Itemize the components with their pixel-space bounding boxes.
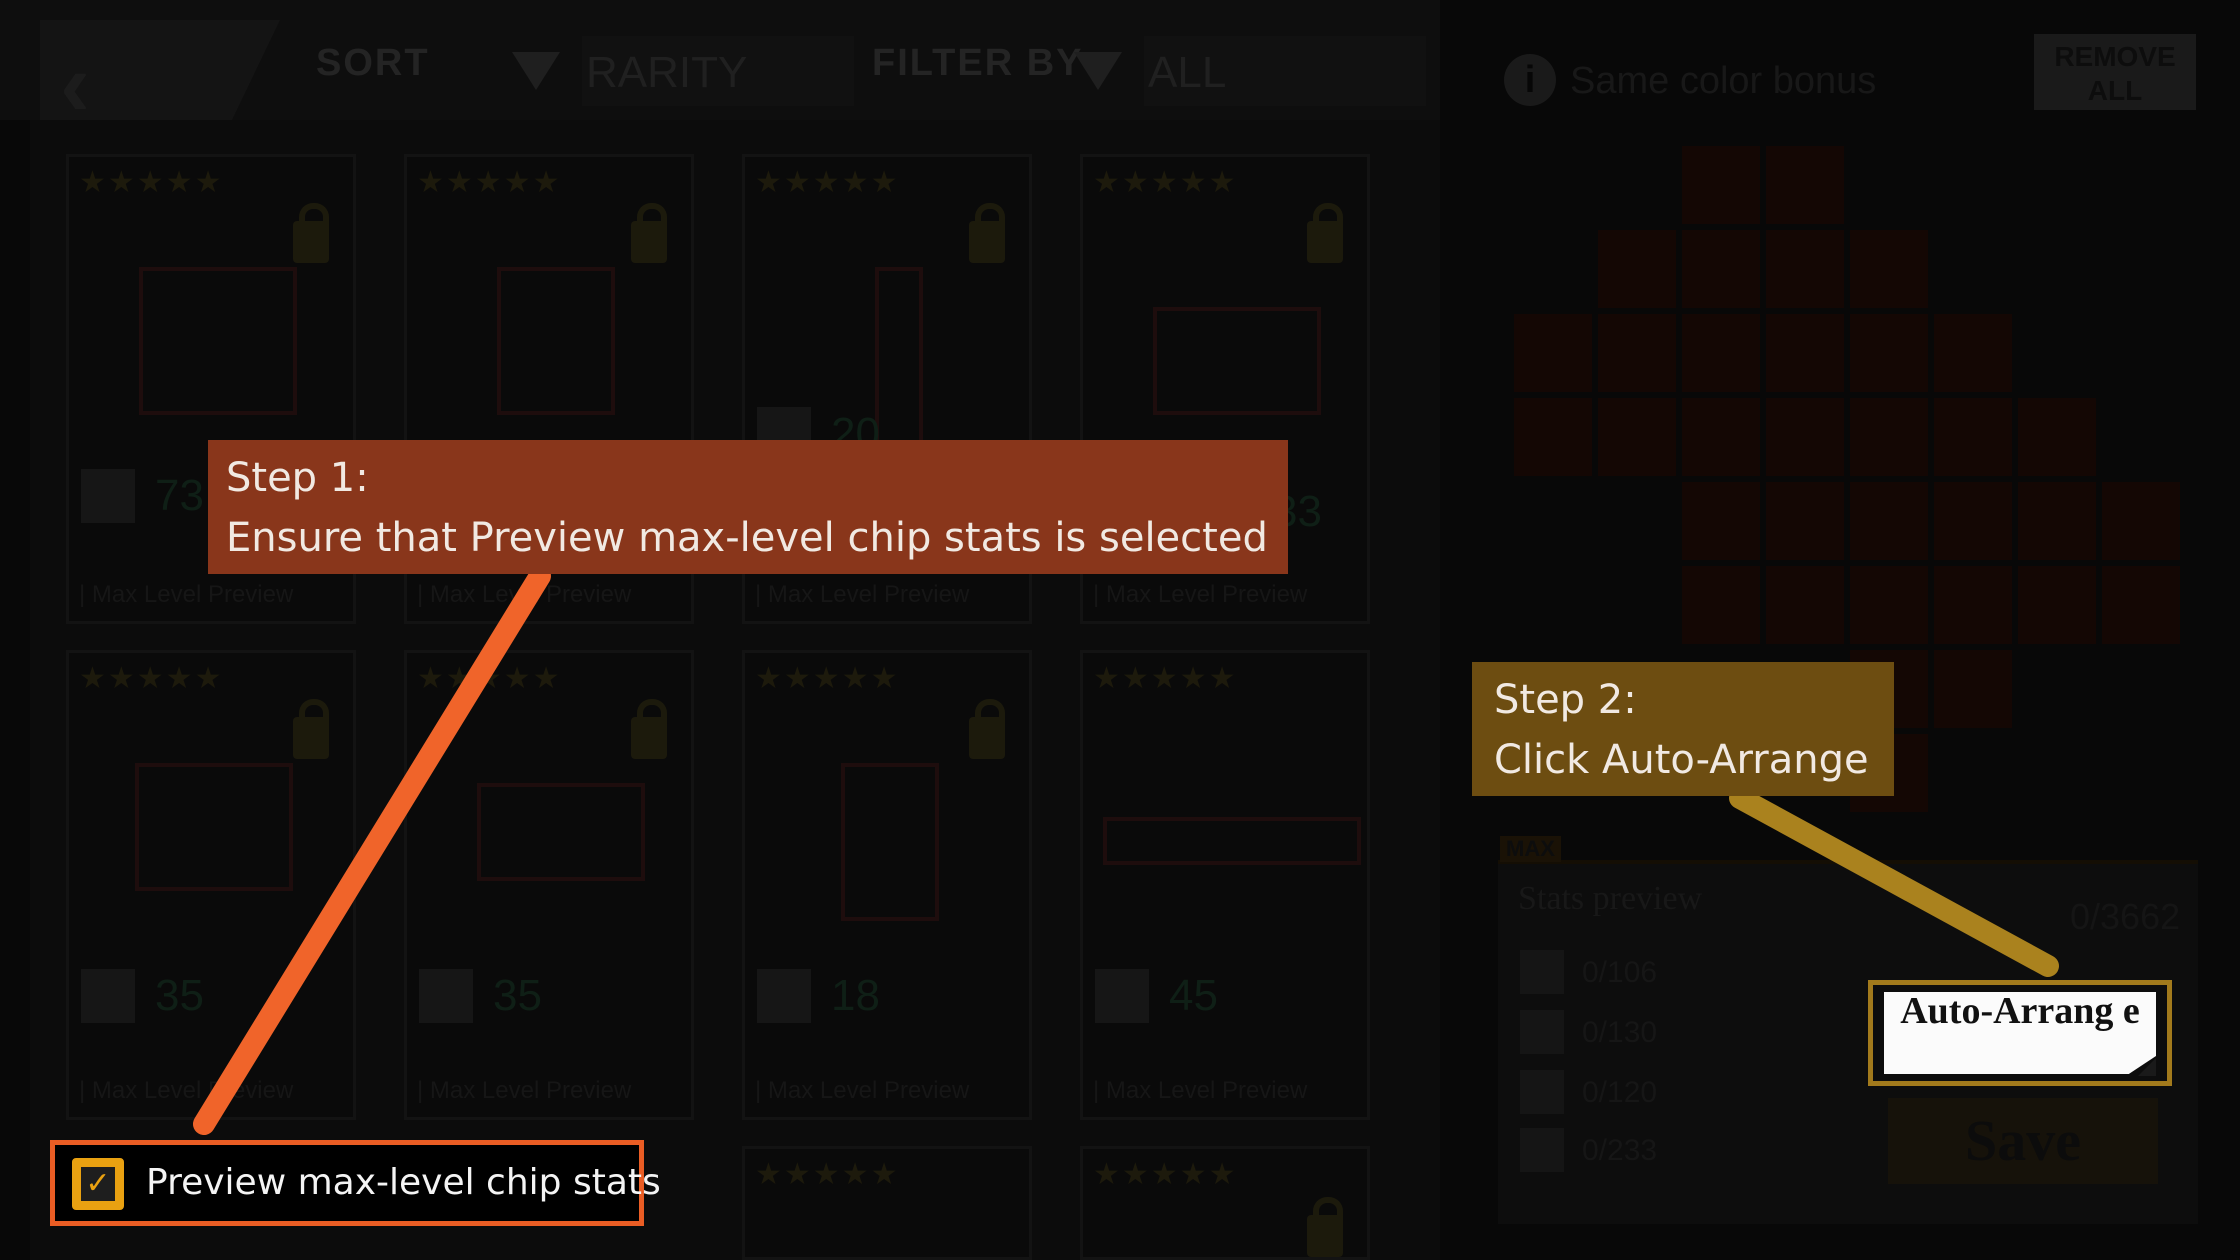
step2-title: Step 2: xyxy=(1494,677,1637,723)
stat-icon xyxy=(81,969,135,1023)
chip-footer: | Max Level Preview xyxy=(755,581,970,608)
stat-value: 35 xyxy=(155,971,204,1020)
chip-footer: | Max Level Preview xyxy=(79,1077,294,1104)
lock-icon[interactable] xyxy=(1307,203,1343,263)
rarity-stars: ★★★★★ xyxy=(1093,1158,1238,1191)
chip-shape xyxy=(841,763,939,921)
rarity-stars: ★★★★★ xyxy=(79,166,224,199)
stat-value: 0/106 xyxy=(1582,956,1658,989)
sort-value: RARITY xyxy=(586,48,748,97)
chip-shape xyxy=(139,267,297,415)
rarity-stars: ★★★★★ xyxy=(755,662,900,695)
rarity-stars: ★★★★★ xyxy=(755,1158,900,1191)
step1-text: Ensure that Preview max-level chip stats… xyxy=(226,515,1268,561)
checkmark-icon: ✓ xyxy=(81,1167,115,1201)
sort-dropdown-arrow-icon[interactable] xyxy=(512,52,560,90)
step2-text: Click Auto-Arrange xyxy=(1494,737,1869,783)
info-icon[interactable]: i xyxy=(1504,54,1556,106)
chip-shape xyxy=(875,267,923,465)
step1-title: Step 1: xyxy=(226,455,369,501)
remove-all-button[interactable]: REMOVE ALL xyxy=(2034,34,2196,110)
rarity-stars: ★★★★★ xyxy=(417,662,562,695)
chip-card[interactable]: ★★★★★ 18 | Max Level Preview xyxy=(742,650,1032,1120)
rarity-stars: ★★★★★ xyxy=(755,166,900,199)
precision-stat-icon xyxy=(1520,1070,1564,1114)
lock-icon[interactable] xyxy=(1307,1197,1343,1257)
chip-shape xyxy=(497,267,615,415)
rarity-stars: ★★★★★ xyxy=(1093,166,1238,199)
filter-dropdown-arrow-icon[interactable] xyxy=(1074,52,1122,90)
stat-value: 73 xyxy=(155,471,204,520)
stat-icon xyxy=(419,969,473,1023)
filter-value: ALL xyxy=(1148,48,1227,97)
stat-icon xyxy=(757,969,811,1023)
preview-max-level-label[interactable]: Preview max-level chip stats xyxy=(146,1162,661,1203)
stat-icon xyxy=(81,469,135,523)
chip-shape xyxy=(1103,817,1361,865)
chip-footer: | Max Level Preview xyxy=(1093,581,1308,608)
lock-icon[interactable] xyxy=(631,699,667,759)
lock-icon[interactable] xyxy=(293,203,329,263)
stats-preview-title: Stats preview xyxy=(1518,880,1703,917)
sort-dropdown[interactable]: RARITY xyxy=(582,36,854,106)
chip-shape xyxy=(1153,307,1321,415)
chip-card[interactable]: ★★★★★ 35 | Max Level Preview xyxy=(66,650,356,1120)
filter-dropdown[interactable]: ALL xyxy=(1144,36,1426,106)
step2-callout: Step 2: Click Auto-Arrange xyxy=(1472,662,1894,796)
filter-label: FILTER BY xyxy=(872,42,1084,84)
chip-card[interactable]: ★★★★★ 35 | Max Level Preview xyxy=(404,650,694,1120)
lock-icon[interactable] xyxy=(969,699,1005,759)
chip-card[interactable]: ★★★★★ xyxy=(742,1146,1032,1260)
chip-card[interactable]: ★★★★★ 45 | Max Level Preview xyxy=(1080,650,1370,1120)
chip-footer: | Max Level Preview xyxy=(79,581,294,608)
lock-icon[interactable] xyxy=(969,203,1005,263)
rarity-stars: ★★★★★ xyxy=(1093,662,1238,695)
sort-label: SORT xyxy=(316,42,430,84)
preview-max-level-checkbox[interactable]: ✓ xyxy=(72,1158,124,1210)
lock-icon[interactable] xyxy=(293,699,329,759)
chip-footer: | Max Level Preview xyxy=(755,1077,970,1104)
save-button[interactable]: Save xyxy=(1888,1098,2158,1184)
rarity-stars: ★★★★★ xyxy=(417,166,562,199)
chip-footer: | Max Level Preview xyxy=(417,581,632,608)
stat-icon xyxy=(1095,969,1149,1023)
stat-value: 0/130 xyxy=(1582,1016,1658,1049)
stat-value: 45 xyxy=(1169,971,1218,1020)
chip-card[interactable]: ★★★★★ xyxy=(1080,1146,1370,1260)
same-color-bonus-label: Same color bonus xyxy=(1570,60,1877,102)
auto-arrange-corner xyxy=(2138,1058,2156,1076)
chip-shape xyxy=(477,783,645,881)
auto-arrange-label[interactable]: Auto-Arrang e xyxy=(1884,990,2156,1032)
stat-value: 0/233 xyxy=(1582,1134,1658,1167)
stat-value: 0/120 xyxy=(1582,1076,1658,1109)
chip-footer: | Max Level Preview xyxy=(417,1077,632,1104)
chip-footer: | Max Level Preview xyxy=(1093,1077,1308,1104)
step1-callout: Step 1: Ensure that Preview max-level ch… xyxy=(208,440,1288,574)
max-tag: MAX xyxy=(1500,836,1561,862)
breach-stat-icon xyxy=(1520,1010,1564,1054)
stats-total: 0/3662 xyxy=(2070,896,2181,937)
stat-value: 18 xyxy=(831,971,880,1020)
rarity-stars: ★★★★★ xyxy=(79,662,224,695)
reload-stat-icon xyxy=(1520,1128,1564,1172)
lock-icon[interactable] xyxy=(631,203,667,263)
damage-stat-icon xyxy=(1520,950,1564,994)
stat-value: 35 xyxy=(493,971,542,1020)
chip-shape xyxy=(135,763,293,891)
